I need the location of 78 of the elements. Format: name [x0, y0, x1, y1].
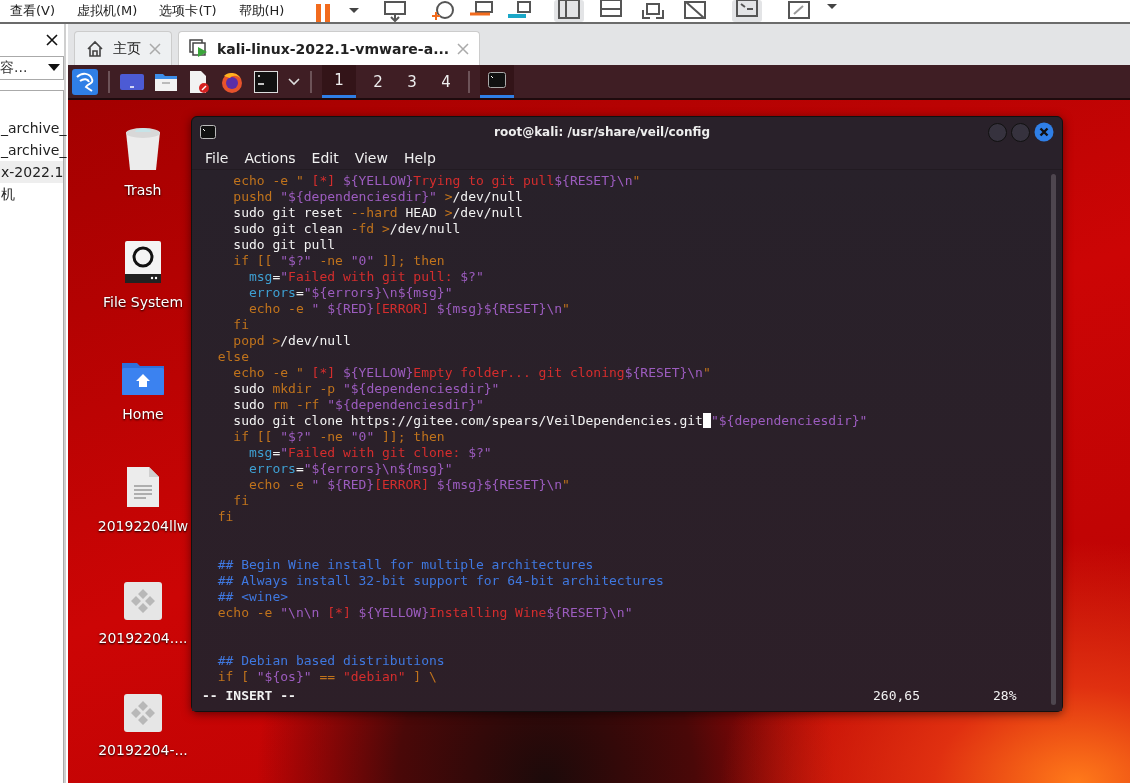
document-icon[interactable] [188, 69, 210, 94]
terminal-icon [488, 72, 506, 88]
console-icon[interactable] [732, 0, 763, 22]
code-line: ## Begin Wine install for multiple architectures [216, 557, 595, 573]
send-keys-icon[interactable] [382, 0, 409, 22]
text-file-icon[interactable] [126, 466, 160, 508]
caret-icon [48, 64, 60, 72]
text-cursor [702, 413, 711, 428]
workspace-switch[interactable]: 4 [434, 65, 458, 98]
workspace-switch[interactable]: 3 [400, 65, 424, 98]
code-line: sudo git clone https://gitee.com/spears/VeilDependencies.git "${dependenciesdir}" [232, 413, 869, 429]
library-item[interactable]: x-2022.1 [0, 161, 63, 183]
editor-mode: -- INSERT -- [202, 687, 297, 703]
code-line: echo -e " ${RED}[ERROR] ${msg}${RESET}\n" [247, 301, 571, 317]
close-button[interactable] [1034, 122, 1054, 142]
code-line: pushd "${dependenciesdir}" >/dev/null [232, 189, 524, 205]
code-line: sudo git reset --hard HEAD >/dev/null [232, 205, 524, 221]
menu-item[interactable]: 虚拟机(M) [77, 3, 138, 19]
code-line: sudo mkdir -p "${dependenciesdir}" [232, 381, 501, 397]
scroll-percent: 28% [993, 687, 1018, 703]
desktop-icon[interactable] [120, 71, 144, 92]
menu-item[interactable]: 帮助(H) [238, 3, 285, 19]
menu-item[interactable]: Help [403, 150, 436, 166]
menu-item[interactable]: Edit [311, 150, 339, 166]
terminal-icon [200, 125, 216, 139]
code-line: sudo git pull [232, 237, 337, 253]
menu-item[interactable]: Actions [244, 150, 296, 166]
code-line: sudo rm -rf "${dependenciesdir}" [232, 397, 485, 413]
tab[interactable]: 主页 [74, 31, 172, 65]
code-line: else [216, 349, 250, 365]
code-line: msg="Failed with git pull: $?" [247, 269, 485, 285]
vm-icon [189, 38, 209, 59]
code-line: echo -e "\n\n [*] ${YELLOW}Installing Wine${RESET}\n" [216, 605, 634, 621]
trash-icon[interactable] [123, 126, 163, 172]
code-line: echo -e " [*] ${YELLOW}Empty folder... git cloning${RESET}\n" [232, 365, 712, 381]
code-line: if [[ "$?" -ne "0" ]]; then [232, 253, 446, 269]
cursor-position: 260,65 [873, 687, 921, 703]
desktop-icon-label[interactable]: 20192204-... [98, 742, 188, 758]
caret-icon[interactable] [288, 76, 300, 87]
menu-item[interactable]: 查看(V) [10, 3, 56, 19]
code-line: fi [232, 317, 250, 333]
desktop-icon-label[interactable]: Trash [124, 182, 162, 198]
library-item[interactable]: 机 [0, 183, 63, 205]
snapshot-icon[interactable] [430, 0, 457, 22]
code-line: sudo git clean -fd >/dev/null [232, 221, 462, 237]
workspace-switch[interactable]: 2 [366, 65, 390, 98]
code-line: if [[ "$?" -ne "0" ]]; then [232, 429, 446, 445]
code-line: if [ "${os}" == "debian" ] \ [216, 669, 438, 685]
drive-icon[interactable] [124, 240, 162, 284]
code-line: echo -e " [*] ${YELLOW}Trying to git pull${RESET}\n" [232, 173, 642, 189]
layout-icon[interactable] [554, 0, 585, 22]
workspace-switch[interactable]: 1 [322, 65, 356, 98]
code-line: fi [216, 509, 235, 525]
menu-item[interactable]: 选项卡(T) [159, 3, 217, 19]
desktop-icon-label[interactable]: 20192204.... [98, 630, 188, 646]
code-line: fi [232, 493, 250, 509]
desktop-icon-label[interactable]: Home [122, 406, 164, 422]
window-title: root@kali: /usr/share/veil/config [493, 125, 711, 139]
desktop-icon-label[interactable]: 20192204llw [97, 518, 189, 534]
code-line: ## Always install 32-bit support for 64-bit architectures [216, 573, 665, 589]
home-folder-icon[interactable] [121, 360, 165, 396]
code-line: errors="${errors}\n${msg}" [247, 461, 454, 477]
menu-item[interactable]: View [354, 150, 388, 166]
tab[interactable]: kali-linux-2022.1-vmware-a... [178, 31, 481, 65]
home-icon [85, 38, 105, 59]
code-line: errors="${errors}\n${msg}" [247, 285, 454, 301]
code-line: msg="Failed with git clone: $?" [247, 445, 493, 461]
desktop-icon-label[interactable]: File System [102, 294, 184, 310]
scrollbar[interactable] [1051, 174, 1056, 705]
code-line: echo -e " ${RED}[ERROR] ${msg}${RESET}\n" [247, 477, 571, 493]
terminal-icon[interactable] [254, 70, 278, 93]
code-line: ## Debian based distributions [216, 653, 446, 669]
taskbar-item[interactable] [480, 65, 514, 98]
code-line: popd >/dev/null [232, 333, 352, 349]
code-line: ## <wine> [216, 589, 290, 605]
filter-dropdown[interactable]: 容... [0, 56, 64, 80]
close-icon[interactable] [46, 34, 58, 46]
menu-item[interactable]: File [205, 150, 229, 166]
